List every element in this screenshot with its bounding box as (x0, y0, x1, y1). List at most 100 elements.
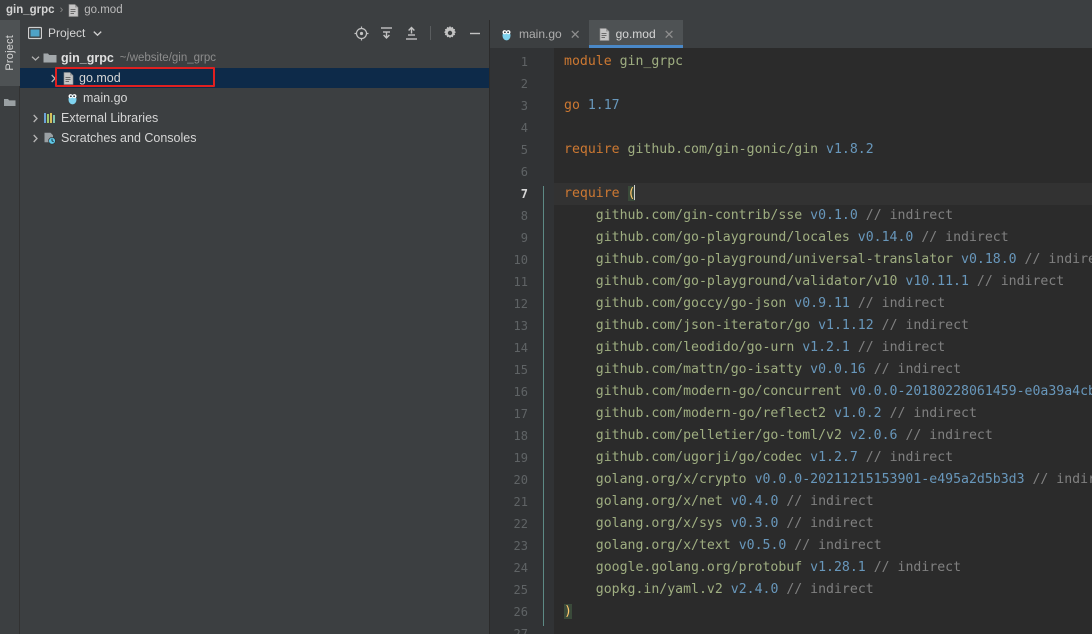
code-line[interactable]: github.com/mattn/go-isatty v0.0.16 // in… (554, 359, 1092, 381)
select-opened-file-icon[interactable] (353, 25, 369, 41)
line-number: 11 (513, 275, 528, 289)
expand-all-icon[interactable] (378, 25, 394, 41)
code-token: v0.0.16 (810, 362, 866, 377)
code-line[interactable]: ) (554, 601, 1092, 623)
gear-icon[interactable] (442, 25, 458, 41)
code-line[interactable]: github.com/go-playground/validator/v10 v… (554, 271, 1092, 293)
code-token: go (564, 98, 580, 113)
code-line[interactable]: github.com/leodido/go-urn v1.2.1 // indi… (554, 337, 1092, 359)
minimize-icon[interactable] (467, 25, 483, 41)
tree-item-go-mod[interactable]: go.mod (20, 68, 489, 88)
code-token: // indirect (1024, 252, 1092, 267)
chevron-right-icon[interactable] (28, 134, 42, 143)
code-viewport[interactable]: 1 2 3 4 5 6 7 8 9 10 11 12 13 14 15 16 17 18 19 20 21 22 23 24 2… (490, 48, 1092, 634)
editor-tab-go-mod[interactable]: go.mod ✕ (588, 20, 683, 48)
line-number-gutter[interactable]: 1 2 3 4 5 6 7 8 9 10 11 12 13 14 15 16 17 18 19 20 21 22 23 24 2… (490, 48, 554, 634)
code-token: v0.1.0 (810, 208, 858, 223)
tree-item-label: gin_grpc (61, 51, 114, 65)
code-token: github.com/go-playground/locales (595, 230, 850, 245)
line-number: 7 (520, 187, 528, 201)
code-line[interactable] (554, 161, 1092, 183)
code-line[interactable]: github.com/json-iterator/go v1.1.12 // i… (554, 315, 1092, 337)
code-line[interactable]: require github.com/gin-gonic/gin v1.8.2 (554, 139, 1092, 161)
chevron-right-icon[interactable] (28, 114, 42, 123)
chevron-right-icon[interactable] (46, 74, 60, 83)
gomod-file-icon (60, 71, 76, 85)
code-line[interactable]: module gin_grpc (554, 51, 1092, 73)
breadcrumb-file[interactable]: go.mod (84, 4, 122, 16)
code-token: v10.11.1 (905, 274, 969, 289)
code-text[interactable]: module gin_grpc go 1.17 require github.c… (554, 48, 1092, 634)
code-line[interactable]: github.com/pelletier/go-toml/v2 v2.0.6 /… (554, 425, 1092, 447)
code-line[interactable] (554, 73, 1092, 95)
breadcrumb-project[interactable]: gin_grpc (6, 4, 55, 16)
code-line[interactable]: require ( (554, 183, 1092, 205)
close-icon[interactable]: ✕ (570, 28, 581, 41)
code-line[interactable]: github.com/goccy/go-json v0.9.11 // indi… (554, 293, 1092, 315)
project-panel-title-group[interactable]: Project (27, 24, 103, 42)
line-number: 16 (513, 385, 528, 399)
line-number: 1 (520, 55, 528, 69)
code-line[interactable]: github.com/gin-contrib/sse v0.1.0 // ind… (554, 205, 1092, 227)
code-token: github.com/ugorji/go/codec (595, 450, 803, 465)
line-number: 20 (513, 473, 528, 487)
chevron-down-icon[interactable] (93, 24, 103, 42)
code-line[interactable]: golang.org/x/sys v0.3.0 // indirect (554, 513, 1092, 535)
tree-item-label: go.mod (79, 71, 121, 85)
breadcrumb-separator: › (59, 4, 64, 16)
editor-tab-main-go[interactable]: main.go ✕ (490, 20, 589, 48)
code-token: // indirect (786, 582, 874, 597)
code-token: github.com/goccy/go-json (595, 296, 787, 311)
structure-tool-icon[interactable] (4, 94, 16, 106)
code-line[interactable]: golang.org/x/text v0.5.0 // indirect (554, 535, 1092, 557)
code-line[interactable]: github.com/ugorji/go/codec v1.2.7 // ind… (554, 447, 1092, 469)
code-token: v1.2.1 (802, 340, 850, 355)
tree-item-scratches-and-consoles[interactable]: Scratches and Consoles (20, 128, 489, 148)
code-line[interactable]: go 1.17 (554, 95, 1092, 117)
code-line[interactable]: golang.org/x/crypto v0.0.0-2021121515390… (554, 469, 1092, 491)
tool-window-tab-project[interactable]: Project (0, 20, 20, 86)
close-icon[interactable]: ✕ (664, 28, 675, 41)
project-panel: Project gin_grpc ~/website/gin_grpc go.m… (20, 20, 490, 634)
main-body: Project Project gin_grpc ~/website/gin_g… (0, 20, 1092, 634)
code-token: require (564, 142, 620, 157)
tool-window-tab-label: Project (4, 35, 16, 71)
collapse-all-icon[interactable] (403, 25, 419, 41)
line-number: 23 (513, 539, 528, 553)
code-line[interactable] (554, 623, 1092, 634)
code-line[interactable]: github.com/go-playground/locales v0.14.0… (554, 227, 1092, 249)
code-line[interactable]: golang.org/x/net v0.4.0 // indirect (554, 491, 1092, 513)
tree-item-main-go[interactable]: main.go (20, 88, 489, 108)
chevron-down-icon[interactable] (28, 55, 42, 62)
fold-region-require (543, 186, 544, 626)
code-line[interactable]: google.golang.org/protobuf v1.28.1 // in… (554, 557, 1092, 579)
code-token: // indirect (857, 296, 946, 311)
code-line[interactable]: github.com/modern-go/reflect2 v1.0.2 // … (554, 403, 1092, 425)
code-line[interactable]: github.com/go-playground/universal-trans… (554, 249, 1092, 271)
code-line[interactable]: github.com/modern-go/concurrent v0.0.0-2… (554, 381, 1092, 403)
editor-area: main.go ✕ go.mod ✕ 1 2 3 4 5 6 7 8 9 10 … (490, 20, 1092, 634)
code-line[interactable] (554, 117, 1092, 139)
code-line[interactable]: gopkg.in/yaml.v2 v2.4.0 // indirect (554, 579, 1092, 601)
editor-tab-bar: main.go ✕ go.mod ✕ (490, 20, 1092, 48)
code-token: golang.org/x/text (595, 538, 731, 553)
tree-item-gin-grpc[interactable]: gin_grpc ~/website/gin_grpc (20, 48, 489, 68)
toolbar-divider (430, 26, 431, 40)
tree-item-external-libraries[interactable]: External Libraries (20, 108, 489, 128)
